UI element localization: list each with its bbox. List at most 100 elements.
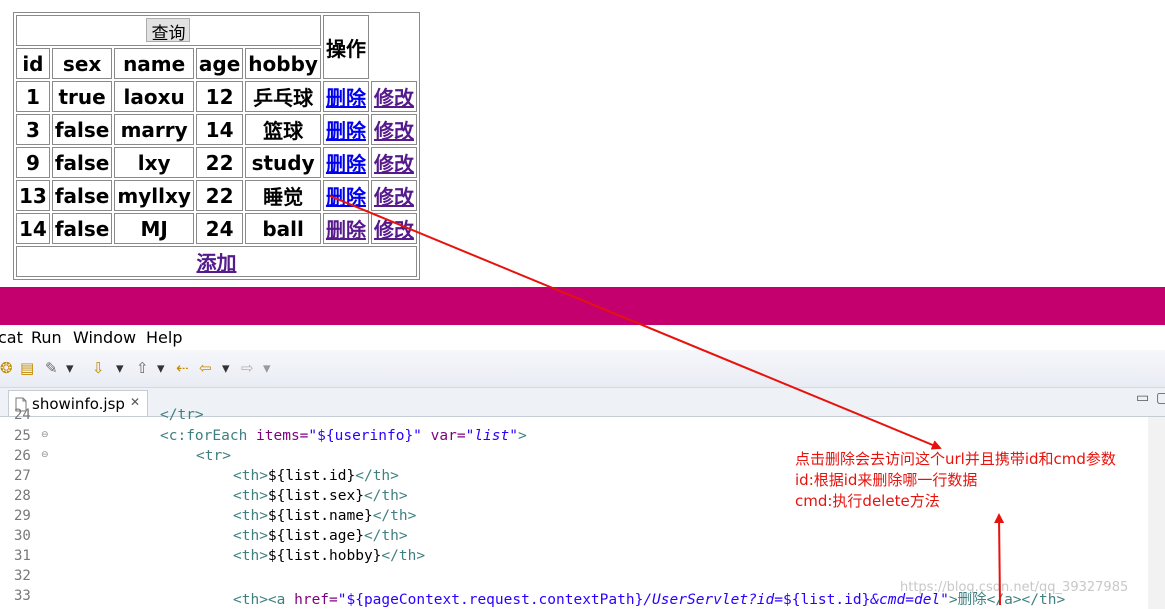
code-token: ${list.id} [267,468,356,484]
cell-sex: false [51,114,113,145]
code-token: <th> [233,548,268,564]
code-token: </th> [372,508,417,524]
code-token: <tr> [196,448,231,464]
forward-arrow-icon[interactable]: ⇨ [241,359,254,377]
code-token: <c:forEach [160,428,257,444]
delete-cell: 删除 [322,213,369,244]
close-icon[interactable]: ✕ [130,395,140,409]
menu-bar: cat Run Window Help [0,325,1165,350]
menu-item-window[interactable]: Window [73,328,136,347]
prev-annotation-icon[interactable]: ⇧ [136,359,149,377]
next-annotation-icon[interactable]: ⇩ [92,359,105,377]
edit-link[interactable]: 修改 [374,86,414,110]
folder-icon[interactable]: ▤ [20,359,34,377]
code-line-26: <tr> [196,448,231,464]
edit-link[interactable]: 修改 [374,152,414,176]
add-link[interactable]: 添加 [196,251,236,275]
edit-cell: 修改 [370,114,417,145]
code-line-25: <c:forEach items="${userinfo}" var="list… [160,428,527,444]
column-header-name: name [114,48,194,79]
table-row: 1 true laoxu 12 乒乓球 删除 修改 [16,81,417,112]
add-cell: 添加 [16,246,417,277]
line-number: 31 [14,548,31,564]
code-token: > [517,428,527,444]
table-row: 14 false MJ 24 ball 删除 修改 [16,213,417,244]
chevron-down-icon[interactable]: ▾ [222,359,230,377]
open-type-icon[interactable]: ❂ [0,359,13,377]
fold-collapse-icon[interactable]: ⊖ [41,450,49,460]
annotation-note: 点击删除会去访问这个url并且携带id和cmd参数 id:根据id来删除哪一行数… [795,449,1116,512]
cell-age: 22 [195,147,244,178]
code-token: </th> [381,548,426,564]
delete-link[interactable]: 删除 [326,218,366,242]
code-token: </th> [363,528,408,544]
code-token: <th> [233,468,268,484]
code-token: href= [294,592,338,608]
table-row: 9 false lxy 22 study 删除 修改 [16,147,417,178]
query-button[interactable]: 查询 [146,17,191,44]
annotation-line: 点击删除会去访问这个url并且携带id和cmd参数 [795,450,1116,468]
code-token: <th> [233,488,268,504]
chevron-down-icon[interactable]: ▾ [66,359,74,377]
code-token: </th> [363,488,408,504]
code-token: ${list.sex} [267,488,364,504]
chevron-down-icon[interactable]: ▾ [157,359,165,377]
cell-name: laoxu [114,81,194,112]
line-number: 27 [14,468,31,484]
code-token: "${userinfo}" [308,428,422,444]
code-token: <th><a [233,592,295,608]
vertical-scrollbar[interactable] [1148,417,1165,609]
query-row: 查询 操作 [16,15,417,79]
delete-link[interactable]: 删除 [326,119,366,143]
edit-cell: 修改 [370,180,417,211]
maximize-icon[interactable]: ▢ [1156,390,1165,406]
back-arrow-icon[interactable]: ⇦ [199,359,212,377]
edit-link[interactable]: 修改 [374,185,414,209]
last-edit-icon[interactable]: ⇠ [176,359,189,377]
cell-hobby: 篮球 [245,114,321,145]
chevron-down-icon[interactable]: ▾ [263,359,271,377]
edit-link[interactable]: 修改 [374,218,414,242]
minimize-icon[interactable]: ▭ [1136,390,1149,406]
code-line-24: </tr> [160,407,204,423]
code-token: items= [256,428,309,444]
cell-id: 13 [16,180,50,211]
cell-name: lxy [114,147,194,178]
brush-icon[interactable]: ✎ [45,359,58,377]
code-line-31: <th>${list.hobby}</th> [233,548,425,564]
delete-link[interactable]: 删除 [326,152,366,176]
code-line-28: <th>${list.sex}</th> [233,488,408,504]
cell-age: 22 [195,180,244,211]
edit-cell: 修改 [370,81,417,112]
code-token: ${list.age} [267,528,364,544]
cell-hobby: study [245,147,321,178]
cell-id: 1 [16,81,50,112]
menu-item-help[interactable]: Help [146,328,182,347]
code-token: ${list.hobby} [267,548,382,564]
delete-link[interactable]: 删除 [326,185,366,209]
delete-cell: 删除 [322,81,369,112]
cell-hobby: 乒乓球 [245,81,321,112]
cell-sex: false [51,213,113,244]
delete-cell: 删除 [322,180,369,211]
code-token: ${list.name} [267,508,373,524]
watermark: https://blog.csdn.net/qq_39327985 [900,580,1129,595]
edit-link[interactable]: 修改 [374,119,414,143]
edit-cell: 修改 [370,147,417,178]
code-token: </th> [355,468,399,484]
menu-item-cat[interactable]: cat [0,328,23,347]
delete-link[interactable]: 删除 [326,86,366,110]
cell-name: marry [114,114,194,145]
column-header-sex: sex [51,48,113,79]
chevron-down-icon[interactable]: ▾ [116,359,124,377]
column-header-age: age [195,48,244,79]
cell-sex: false [51,147,113,178]
menu-item-run[interactable]: Run [31,328,62,347]
desktop-separator-band [0,287,1165,325]
code-token: "list" [465,428,518,444]
code-token: /UserServlet?id= [643,592,783,608]
cell-hobby: ball [245,213,321,244]
fold-collapse-icon[interactable]: ⊖ [41,430,49,440]
cell-age: 24 [195,213,244,244]
line-number-gutter: 24 25 26 27 28 29 30 31 32 33 ⊖ ⊖ [0,407,52,609]
